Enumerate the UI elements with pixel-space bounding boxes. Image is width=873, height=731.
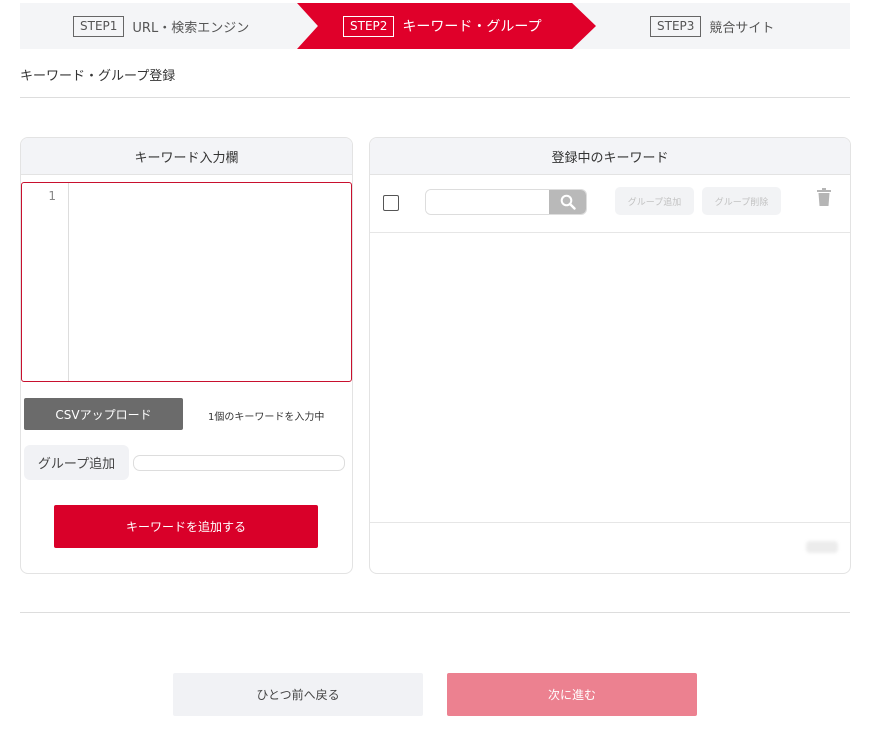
trash-icon[interactable] bbox=[817, 188, 831, 206]
keyword-search-input[interactable] bbox=[426, 190, 552, 214]
step-progress-bar: STEP1 URL・検索エンジン STEP2 キーワード・グループ STEP3 … bbox=[20, 3, 850, 49]
toolbar-group-delete-button[interactable]: グループ削除 bbox=[702, 187, 781, 215]
step-2: STEP2 キーワード・グループ bbox=[343, 3, 542, 49]
keyword-toolbar: グループ追加 グループ削除 bbox=[370, 175, 850, 233]
section-title: キーワード・グループ登録 bbox=[20, 69, 176, 84]
toolbar-group-add-button[interactable]: グループ追加 bbox=[615, 187, 694, 215]
line-number: 1 bbox=[48, 189, 56, 203]
step-1-number: STEP1 bbox=[73, 15, 125, 37]
step-3: STEP3 競合サイト bbox=[650, 3, 774, 49]
step-1-label: URL・検索エンジン bbox=[132, 20, 250, 36]
select-all-checkbox[interactable] bbox=[383, 195, 399, 211]
step-3-label: 競合サイト bbox=[709, 20, 775, 36]
step-3-number: STEP3 bbox=[650, 15, 702, 37]
step-2-label: キーワード・グループ bbox=[402, 19, 542, 35]
line-number-gutter: 1 bbox=[22, 183, 69, 381]
search-icon bbox=[560, 194, 576, 210]
search-button[interactable] bbox=[549, 190, 586, 214]
divider bbox=[20, 97, 850, 98]
panel-footer-divider bbox=[370, 522, 850, 523]
back-button[interactable]: ひとつ前へ戻る bbox=[173, 673, 423, 716]
step-2-number: STEP2 bbox=[343, 15, 395, 37]
registered-keywords-panel-title: 登録中のキーワード bbox=[370, 138, 850, 175]
blurred-count bbox=[806, 541, 838, 553]
registered-keywords-panel: 登録中のキーワード グループ追加 グループ削除 bbox=[369, 137, 851, 574]
keyword-input-panel-title: キーワード入力欄 bbox=[21, 138, 352, 175]
keyword-search bbox=[425, 189, 587, 215]
csv-upload-button[interactable]: CSVアップロード bbox=[24, 398, 183, 430]
group-input[interactable] bbox=[133, 455, 345, 471]
keyword-editor[interactable]: 1 bbox=[21, 182, 352, 382]
keyword-count-text: 1個のキーワードを入力中 bbox=[208, 412, 325, 423]
keyword-input-panel: キーワード入力欄 1 CSVアップロード 1個のキーワードを入力中 グループ追加… bbox=[20, 137, 353, 574]
next-button[interactable]: 次に進む bbox=[447, 673, 697, 716]
group-add-button[interactable]: グループ追加 bbox=[24, 445, 129, 480]
step-1: STEP1 URL・検索エンジン bbox=[73, 3, 249, 49]
divider-bottom bbox=[20, 612, 850, 613]
add-keyword-button[interactable]: キーワードを追加する bbox=[54, 505, 318, 548]
